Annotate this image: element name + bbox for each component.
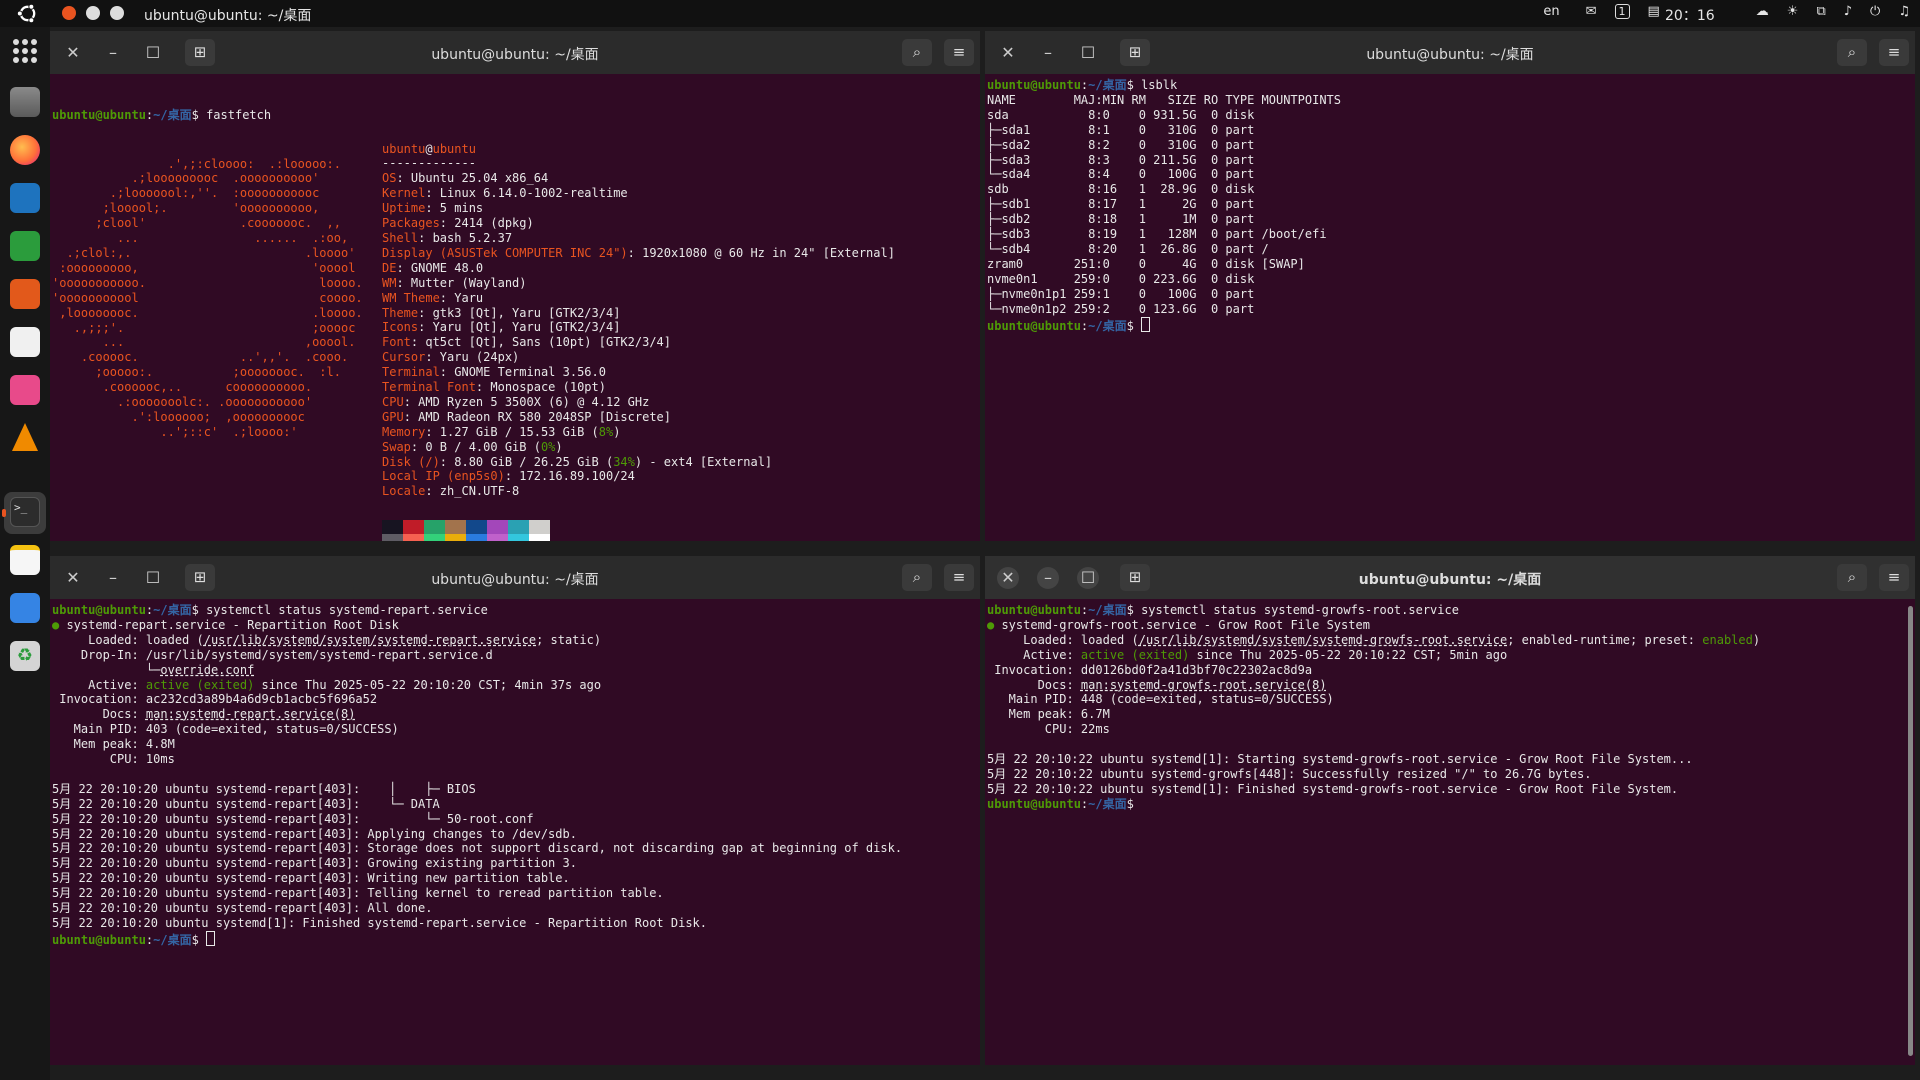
palette-swatch <box>466 519 487 535</box>
terminal-title: ubuntu@ubuntu: ~/桌面 <box>1366 47 1534 63</box>
terminal-output[interactable]: ubuntu@ubuntu:~/桌面$ fastfetch .',;:clooo… <box>50 74 980 541</box>
terminal-output[interactable]: ubuntu@ubuntu:~/桌面$ lsblk NAME MAJ:MIN RM… <box>985 74 1915 541</box>
maximize-icon[interactable] <box>110 6 124 20</box>
prompt-line: ubuntu@ubuntu:~/桌面$ <box>52 930 980 948</box>
calc-icon[interactable] <box>10 231 40 261</box>
app-center-icon[interactable] <box>10 327 40 357</box>
search-icon[interactable]: ⌕ <box>1837 39 1867 66</box>
power-icon[interactable]: ⏻ <box>1870 4 1880 19</box>
terminal-output[interactable]: ubuntu@ubuntu:~/桌面$ systemctl status sys… <box>985 599 1915 1065</box>
terminal-header: ✕ – ☐ ⊞ ubuntu@ubuntu: ~/桌面 ⌕ ≡ <box>985 556 1915 599</box>
command-line: ubuntu@ubuntu:~/桌面$ systemctl status sys… <box>52 603 488 617</box>
terminal-header: ✕ – ☐ ⊞ ubuntu@ubuntu: ~/桌面 ⌕ ≡ <box>985 31 1915 74</box>
vlc-icon[interactable] <box>12 423 38 451</box>
terminal-header: ✕ – ☐ ⊞ ubuntu@ubuntu: ~/桌面 ⌕ ≡ <box>50 556 980 599</box>
files-icon[interactable] <box>10 87 40 117</box>
palette-swatch <box>445 519 466 535</box>
terminal-title: ubuntu@ubuntu: ~/桌面 <box>431 47 599 63</box>
impress-icon[interactable] <box>10 279 40 309</box>
menu-icon[interactable]: ≡ <box>1879 564 1909 591</box>
palette-swatch <box>403 534 424 541</box>
command-line: ubuntu@ubuntu:~/桌面$ systemctl status sys… <box>987 603 1459 617</box>
command-line: ubuntu@ubuntu:~/桌面$ fastfetch <box>52 107 272 122</box>
remote-desktop-icon[interactable] <box>10 593 40 623</box>
service-status: ● systemd-growfs-root.service - Grow Roo… <box>987 617 1761 737</box>
weather-icon[interactable]: ☁ <box>1756 4 1769 19</box>
dock: >_ ♻ <box>0 27 50 1080</box>
palette-swatch <box>529 519 550 535</box>
palette-swatch <box>487 534 508 541</box>
terminal-window-fastfetch[interactable]: ✕ – ☐ ⊞ ubuntu@ubuntu: ~/桌面 ⌕ ≡ ubuntu@u… <box>50 31 980 541</box>
scrollbar[interactable] <box>1908 606 1913 1056</box>
terminal-output[interactable]: ubuntu@ubuntu:~/桌面$ systemctl status sys… <box>50 599 980 1065</box>
terminal-title: ubuntu@ubuntu: ~/桌面 <box>1358 572 1542 588</box>
ascii-logo: .',;:cloooo: .:looooo:. .;looooooooc .oo… <box>52 156 363 439</box>
menu-icon[interactable]: ≡ <box>944 39 974 66</box>
palette-swatch <box>508 534 529 541</box>
running-indicator <box>2 509 6 517</box>
text-cursor <box>1141 316 1151 332</box>
terminal-window-repart[interactable]: ✕ – ☐ ⊞ ubuntu@ubuntu: ~/桌面 ⌕ ≡ ubuntu@u… <box>50 556 980 1065</box>
palette-swatch <box>403 519 424 535</box>
network-icon[interactable]: ⧉ <box>1816 4 1825 19</box>
service-status: ● systemd-repart.service - Repartition R… <box>52 617 602 767</box>
palette-swatch <box>445 534 466 541</box>
terminal-icon[interactable]: >_ <box>10 497 40 527</box>
search-icon[interactable]: ⌕ <box>902 564 932 591</box>
prompt-line: ubuntu@ubuntu:~/桌面$ <box>987 316 1915 334</box>
terminal-title: ubuntu@ubuntu: ~/桌面 <box>431 572 599 588</box>
window-controls <box>62 6 124 20</box>
journal-log: 5月 22 20:10:22 ubuntu systemd[1]: Starti… <box>987 752 1693 796</box>
show-apps-icon[interactable] <box>13 39 37 63</box>
prompt-line: ubuntu@ubuntu:~/桌面$ <box>987 796 1134 811</box>
minimize-icon[interactable] <box>86 6 100 20</box>
palette-swatch <box>382 519 403 535</box>
lsblk-output: NAME MAJ:MIN RM SIZE RO TYPE MOUNTPOINTS… <box>987 92 1342 316</box>
ubuntu-logo-icon[interactable] <box>16 2 39 25</box>
mail-icon[interactable]: ✉ <box>1586 4 1597 19</box>
system-tray: en ✉ 1 ▤ ☁ ☀ ⧉ ♪ ⏻ ♫ <box>1543 4 1910 19</box>
trash-icon[interactable]: ♻ <box>10 641 40 671</box>
brightness-icon[interactable]: ☀ <box>1787 4 1799 19</box>
search-icon[interactable]: ⌕ <box>1837 564 1867 591</box>
menu-icon[interactable]: ≡ <box>1879 39 1909 66</box>
journal-log: 5月 22 20:10:20 ubuntu systemd-repart[403… <box>52 781 903 931</box>
command-line: ubuntu@ubuntu:~/桌面$ lsblk <box>987 78 1178 92</box>
menu-icon[interactable]: ≡ <box>944 564 974 591</box>
search-icon[interactable]: ⌕ <box>902 39 932 66</box>
volume-icon[interactable]: ♪ <box>1844 4 1852 19</box>
palette-swatch <box>508 519 529 535</box>
palette-swatch <box>424 534 445 541</box>
headphones-icon[interactable]: ♫ <box>1898 4 1910 19</box>
system-info: ubuntu@ubuntu ------------- OS: Ubuntu 2… <box>382 141 895 499</box>
close-icon[interactable] <box>62 6 76 20</box>
text-cursor <box>206 930 216 946</box>
top-bar: ubuntu@ubuntu: ~/桌面 20：16 en ✉ 1 ▤ ☁ ☀ ⧉… <box>0 0 1920 27</box>
terminal-window-growfs[interactable]: ✕ – ☐ ⊞ ubuntu@ubuntu: ~/桌面 ⌕ ≡ ubuntu@u… <box>985 556 1915 1065</box>
workspace-indicator[interactable]: 1 <box>1614 4 1630 19</box>
palette-swatch <box>487 519 508 535</box>
installer-icon[interactable] <box>10 375 40 405</box>
text-editor-icon[interactable] <box>10 545 40 575</box>
palette-swatch <box>382 534 403 541</box>
writer-icon[interactable] <box>10 183 40 213</box>
clipboard-icon[interactable]: ▤ <box>1648 4 1660 19</box>
palette-swatch <box>466 534 487 541</box>
window-title: ubuntu@ubuntu: ~/桌面 <box>144 8 312 24</box>
firefox-icon[interactable] <box>10 135 40 165</box>
terminal-header: ✕ – ☐ ⊞ ubuntu@ubuntu: ~/桌面 ⌕ ≡ <box>50 31 980 74</box>
palette-swatch <box>529 534 550 541</box>
palette-swatch <box>424 519 445 535</box>
terminal-window-lsblk[interactable]: ✕ – ☐ ⊞ ubuntu@ubuntu: ~/桌面 ⌕ ≡ ubuntu@u… <box>985 31 1915 541</box>
input-method-indicator[interactable]: en <box>1543 4 1559 19</box>
